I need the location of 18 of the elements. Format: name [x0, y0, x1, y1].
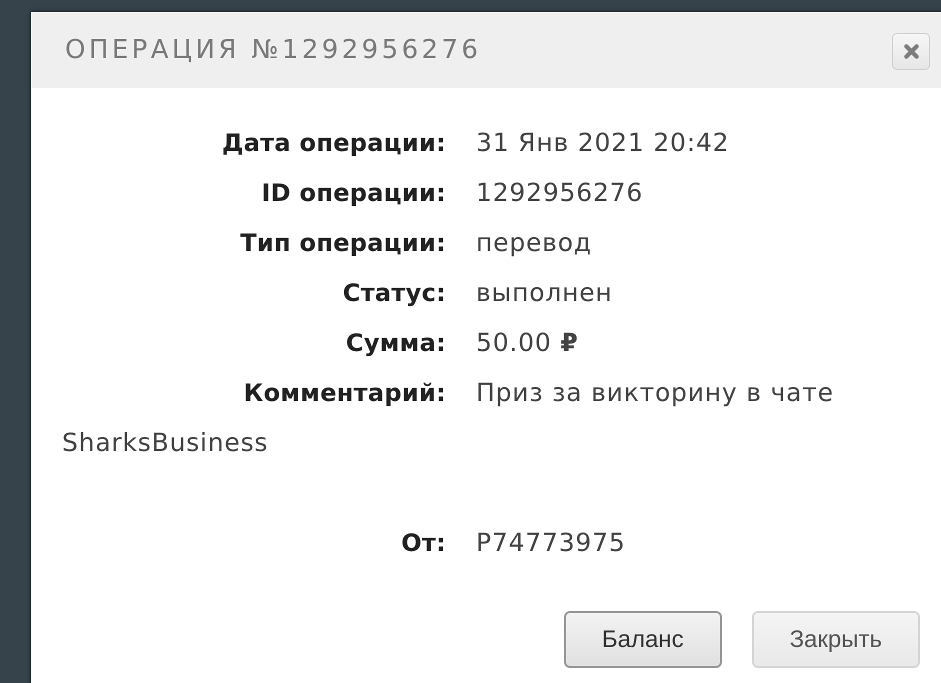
close-button[interactable] [892, 33, 930, 70]
close-dialog-button[interactable]: Закрыть [752, 611, 920, 668]
field-value: 31 Янв 2021 20:42 [476, 128, 730, 157]
comment-text: Комментарий: Приз за викторину в чате SharksBusiness [62, 377, 835, 459]
field-label: Сумма: [344, 328, 446, 359]
field-label: ID операции: [260, 178, 446, 209]
field-value: 50.00 ₽ [476, 328, 579, 357]
sender-label: От: [400, 528, 446, 559]
field-label: Тип операции: [239, 228, 446, 259]
sender-value: P74773975 [476, 528, 626, 557]
field-label: Дата операции: [221, 128, 446, 159]
field-label: Статус: [342, 278, 446, 309]
balance-button[interactable]: Баланс [564, 611, 722, 668]
field-value: выполнен [476, 278, 613, 307]
field-value: перевод [476, 228, 592, 257]
close-icon [904, 44, 918, 59]
dialog-title: ОПЕРАЦИЯ №1292956276 [65, 35, 482, 65]
field-value: 1292956276 [476, 178, 644, 207]
